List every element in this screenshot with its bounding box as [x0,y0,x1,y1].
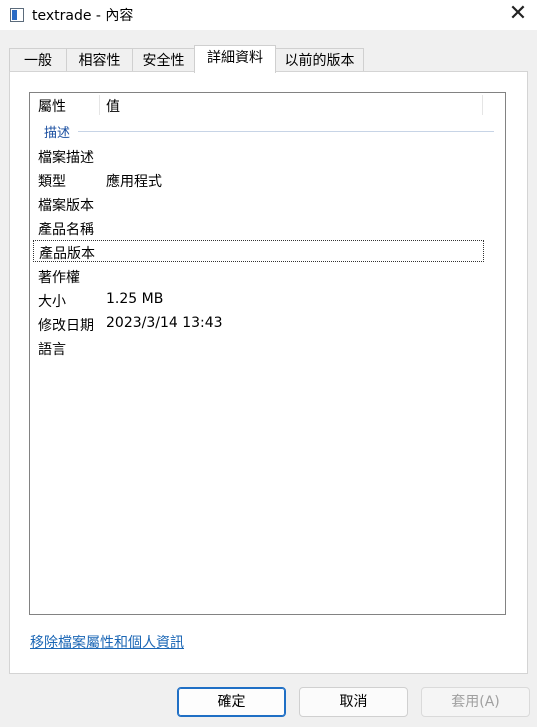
list-item-focused[interactable]: 產品版本 [33,240,484,262]
cancel-button[interactable]: 取消 [299,687,408,717]
tab-strip: 一般 相容性 安全性 詳細資料 以前的版本 [0,45,537,73]
property-name: 檔案描述 [38,150,94,166]
column-header-property[interactable]: 屬性 [38,96,66,116]
column-divider[interactable] [99,95,100,115]
property-value: 應用程式 [106,174,162,190]
tab-security[interactable]: 安全性 [132,48,195,72]
property-name: 類型 [38,174,66,190]
list-item[interactable]: 修改日期 2023/3/14 13:43 [33,313,484,335]
remove-properties-link[interactable]: 移除檔案屬性和個人資訊 [30,632,184,652]
column-header-value[interactable]: 值 [106,96,120,116]
tab-previous-versions[interactable]: 以前的版本 [275,48,364,72]
list-item[interactable]: 大小 1.25 MB [33,289,484,311]
apply-button[interactable]: 套用(A) [421,687,530,717]
title-bar: textrade - 內容 ✕ [0,0,537,30]
property-name: 產品名稱 [38,222,94,238]
column-divider[interactable] [482,95,483,115]
property-name: 語言 [38,342,66,358]
property-name: 檔案版本 [38,198,94,214]
list-header: 屬性 值 [30,93,505,117]
group-header-description: 描述 [44,126,71,141]
window-title: textrade - 內容 [32,8,134,24]
list-item[interactable]: 語言 [33,337,484,359]
property-name: 大小 [38,294,66,310]
tab-compatibility[interactable]: 相容性 [66,48,133,72]
property-name: 著作權 [38,270,80,286]
property-name: 產品版本 [39,246,95,262]
list-item[interactable]: 著作權 [33,265,484,287]
ok-button[interactable]: 確定 [177,687,286,717]
tab-general[interactable]: 一般 [9,48,67,72]
app-icon [10,8,24,22]
list-item[interactable]: 類型 應用程式 [33,169,484,191]
group-divider [78,131,494,132]
close-button[interactable]: ✕ [506,3,530,27]
list-item[interactable]: 檔案版本 [33,193,484,215]
list-item[interactable]: 產品名稱 [33,217,484,239]
properties-list[interactable]: 屬性 值 描述 檔案描述 類型 應用程式 檔案版本 產品名稱 產品版本 著作權 … [29,92,506,615]
property-name: 修改日期 [38,318,94,334]
property-value: 1.25 MB [106,291,164,307]
list-item[interactable]: 檔案描述 [33,145,484,167]
tab-details[interactable]: 詳細資料 [194,45,276,73]
property-value: 2023/3/14 13:43 [106,315,223,331]
